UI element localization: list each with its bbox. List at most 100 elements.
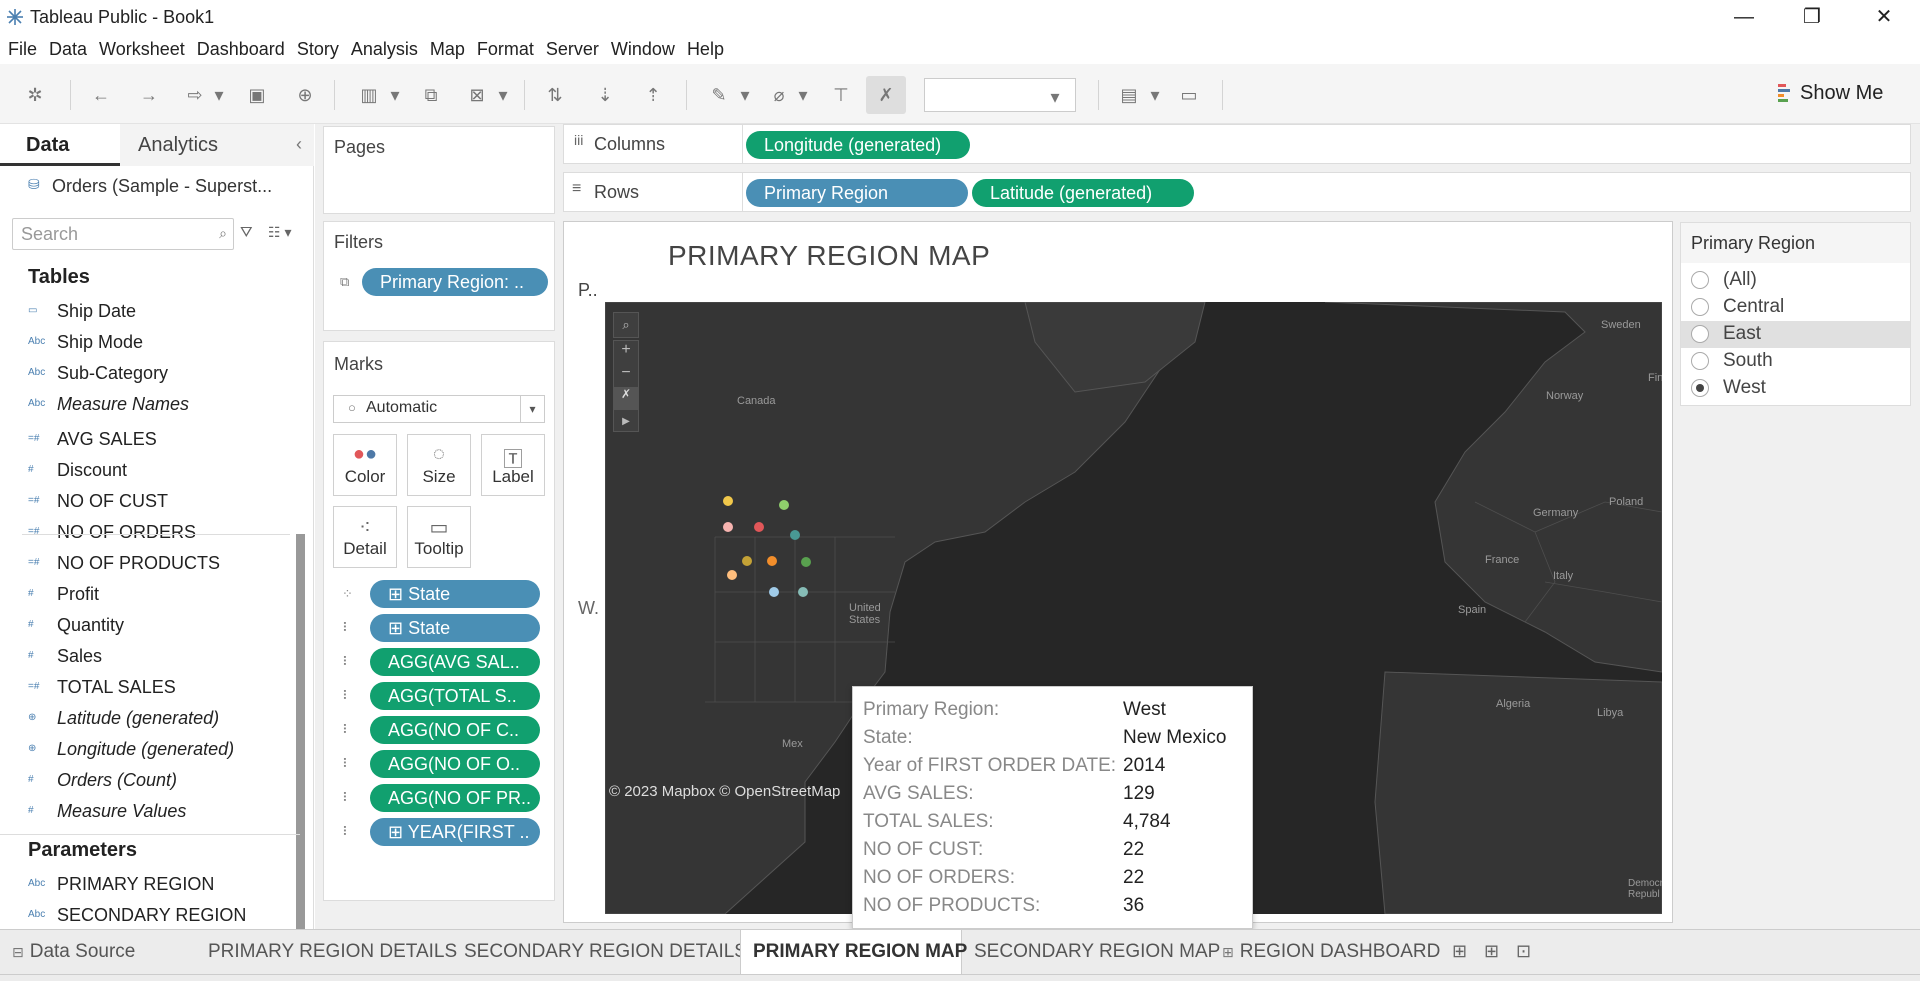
filters-shelf[interactable]: Filters ⧉ Primary Region: .. (323, 221, 555, 331)
pages-shelf[interactable]: Pages (323, 126, 555, 214)
dropdown-arrow-icon[interactable]: ▾ (212, 82, 226, 108)
datasource-name[interactable]: Orders (Sample - Superst... (52, 176, 272, 197)
state-mark[interactable] (769, 587, 779, 597)
tab-data[interactable]: Data (0, 124, 120, 166)
radio-button[interactable] (1691, 325, 1709, 343)
state-mark[interactable] (723, 496, 733, 506)
columns-pill-longitude[interactable]: Longitude (generated) (746, 131, 970, 159)
sheet-tab-secondary-region-details[interactable]: SECONDARY REGION DETAILS (452, 930, 747, 974)
columns-shelf[interactable]: iii Columns Longitude (generated) (563, 124, 1911, 164)
dropdown-arrow-icon[interactable]: ▾ (1148, 82, 1162, 108)
field-sales[interactable]: # Sales (0, 641, 290, 671)
reset-map-icon[interactable]: ✗ (614, 387, 638, 410)
radio-button[interactable] (1691, 271, 1709, 289)
rows-pill-latitude[interactable]: Latitude (generated) (972, 179, 1194, 207)
field-quantity[interactable]: # Quantity (0, 610, 290, 640)
new-dashboard-tab-icon[interactable]: ⊞ (1484, 941, 1499, 962)
field-sub-category[interactable]: Abc Sub-Category (0, 358, 290, 388)
field-no-of-products[interactable]: =# NO OF PRODUCTS (0, 548, 290, 578)
clear-sheet-icon[interactable]: ⊠ (464, 82, 490, 108)
menu-window[interactable]: Window (611, 34, 675, 64)
close-button[interactable]: ✕ (1864, 4, 1904, 30)
map-search-icon[interactable]: ⌕ (613, 312, 639, 338)
marks-pill[interactable]: AGG(NO OF C.. (370, 716, 540, 744)
swap-rows-columns-icon[interactable]: ⇅ (542, 82, 568, 108)
radio-button[interactable] (1691, 379, 1709, 397)
field-list-scrollbar[interactable] (296, 534, 305, 929)
color-button[interactable]: ●● Color (333, 434, 397, 496)
rows-shelf[interactable]: ≡ Rows Primary Region Latitude (generate… (563, 172, 1911, 212)
group-members-icon[interactable]: ⌀ (766, 82, 792, 108)
state-mark[interactable] (727, 570, 737, 580)
marks-pill[interactable]: AGG(TOTAL S.. (370, 682, 540, 710)
show-cards-icon[interactable]: ▤ (1116, 82, 1142, 108)
tab-analytics[interactable]: Analytics (120, 124, 314, 166)
tooltip-button[interactable]: ▭ Tooltip (407, 506, 471, 568)
minimize-button[interactable]: — (1724, 4, 1764, 30)
dropdown-arrow-icon[interactable]: ▾ (496, 82, 510, 108)
state-mark[interactable] (798, 587, 808, 597)
sort-ascending-icon[interactable]: ⇣ (592, 82, 618, 108)
menu-worksheet[interactable]: Worksheet (99, 34, 185, 64)
parameter-secondary-region[interactable]: Abc SECONDARY REGION (28, 900, 288, 930)
sheet-tab-data-source[interactable]: ⊟ Data Source (0, 930, 194, 974)
state-mark[interactable] (767, 556, 777, 566)
field-total-sales[interactable]: =# TOTAL SALES (0, 672, 290, 702)
menu-analysis[interactable]: Analysis (351, 34, 418, 64)
field-orders-count[interactable]: # Orders (Count) (0, 765, 290, 795)
duplicate-sheet-icon[interactable]: ⧉ (418, 82, 444, 108)
new-story-tab-icon[interactable]: ⊡ (1516, 941, 1531, 962)
dropdown-arrow-icon[interactable]: ▾ (796, 82, 810, 108)
undo-icon[interactable]: ← (88, 82, 114, 108)
menu-server[interactable]: Server (546, 34, 599, 64)
mark-type-dropdown[interactable]: ○ Automatic ▾ (333, 395, 545, 423)
fix-axes-icon[interactable]: ✗ (873, 82, 899, 108)
label-button[interactable]: 🅃 Label (481, 434, 545, 496)
rows-pill-primary-region[interactable]: Primary Region (746, 179, 968, 207)
field-no-of-orders[interactable]: =# NO OF ORDERS (0, 517, 290, 547)
fit-dropdown-arrow-icon[interactable]: ▾ (1048, 84, 1062, 110)
menu-dashboard[interactable]: Dashboard (197, 34, 285, 64)
redo-icon[interactable]: → (136, 82, 162, 108)
parameter-primary-region[interactable]: Abc PRIMARY REGION (28, 869, 288, 899)
presentation-mode-icon[interactable]: ▭ (1176, 82, 1202, 108)
dropdown-arrow-icon[interactable]: ▾ (388, 82, 402, 108)
state-mark[interactable] (723, 522, 733, 532)
filter-fields-icon[interactable]: ⛛ (240, 224, 253, 241)
filter-option-east[interactable]: East (1681, 321, 1910, 348)
show-me-icon[interactable] (1778, 84, 1790, 104)
highlight-icon[interactable]: ✎ (706, 82, 732, 108)
dropdown-arrow-icon[interactable]: ▾ (738, 82, 752, 108)
filter-option-central[interactable]: Central (1681, 294, 1910, 321)
menu-data[interactable]: Data (49, 34, 87, 64)
state-mark[interactable] (790, 530, 800, 540)
sort-descending-icon[interactable]: ⇡ (640, 82, 666, 108)
marks-pill[interactable]: AGG(NO OF O.. (370, 750, 540, 778)
tableau-home-icon[interactable]: ✲ (22, 82, 48, 108)
state-mark[interactable] (754, 522, 764, 532)
marks-pill[interactable]: ⊞ State (370, 580, 540, 608)
field-longitude-generated[interactable]: ⊕ Longitude (generated) (0, 734, 290, 764)
field-ship-mode[interactable]: Abc Ship Mode (0, 327, 290, 357)
sheet-tab-primary-region-map[interactable]: PRIMARY REGION MAP (740, 930, 967, 974)
filter-pill-primary-region[interactable]: Primary Region: .. (362, 268, 548, 296)
view-options-icon[interactable]: ☷ ▾ (268, 224, 291, 241)
field-ship-date[interactable]: ▭ Ship Date (0, 296, 290, 326)
menu-story[interactable]: Story (297, 34, 339, 64)
collapse-pane-icon[interactable]: ‹ (296, 134, 302, 155)
new-datasource-icon[interactable]: ⊕ (292, 82, 318, 108)
new-worksheet-icon[interactable]: ▥ (356, 82, 382, 108)
maximize-button[interactable]: ❐ (1792, 4, 1832, 30)
sheet-tab-secondary-region-map[interactable]: SECONDARY REGION MAP (962, 930, 1220, 974)
show-mark-labels-icon[interactable]: ⊤ (828, 82, 854, 108)
menu-format[interactable]: Format (477, 34, 534, 64)
state-mark[interactable] (801, 557, 811, 567)
field-profit[interactable]: # Profit (0, 579, 290, 609)
radio-button[interactable] (1691, 298, 1709, 316)
expand-toolbar-icon[interactable]: ▶ (614, 410, 638, 433)
state-mark[interactable] (779, 500, 789, 510)
map-attribution[interactable]: © 2023 Mapbox © OpenStreetMap (609, 783, 840, 800)
marks-pill[interactable]: AGG(AVG SAL.. (370, 648, 540, 676)
marks-pill[interactable]: AGG(NO OF PR.. (370, 784, 540, 812)
zoom-in-icon[interactable]: + (614, 341, 638, 364)
